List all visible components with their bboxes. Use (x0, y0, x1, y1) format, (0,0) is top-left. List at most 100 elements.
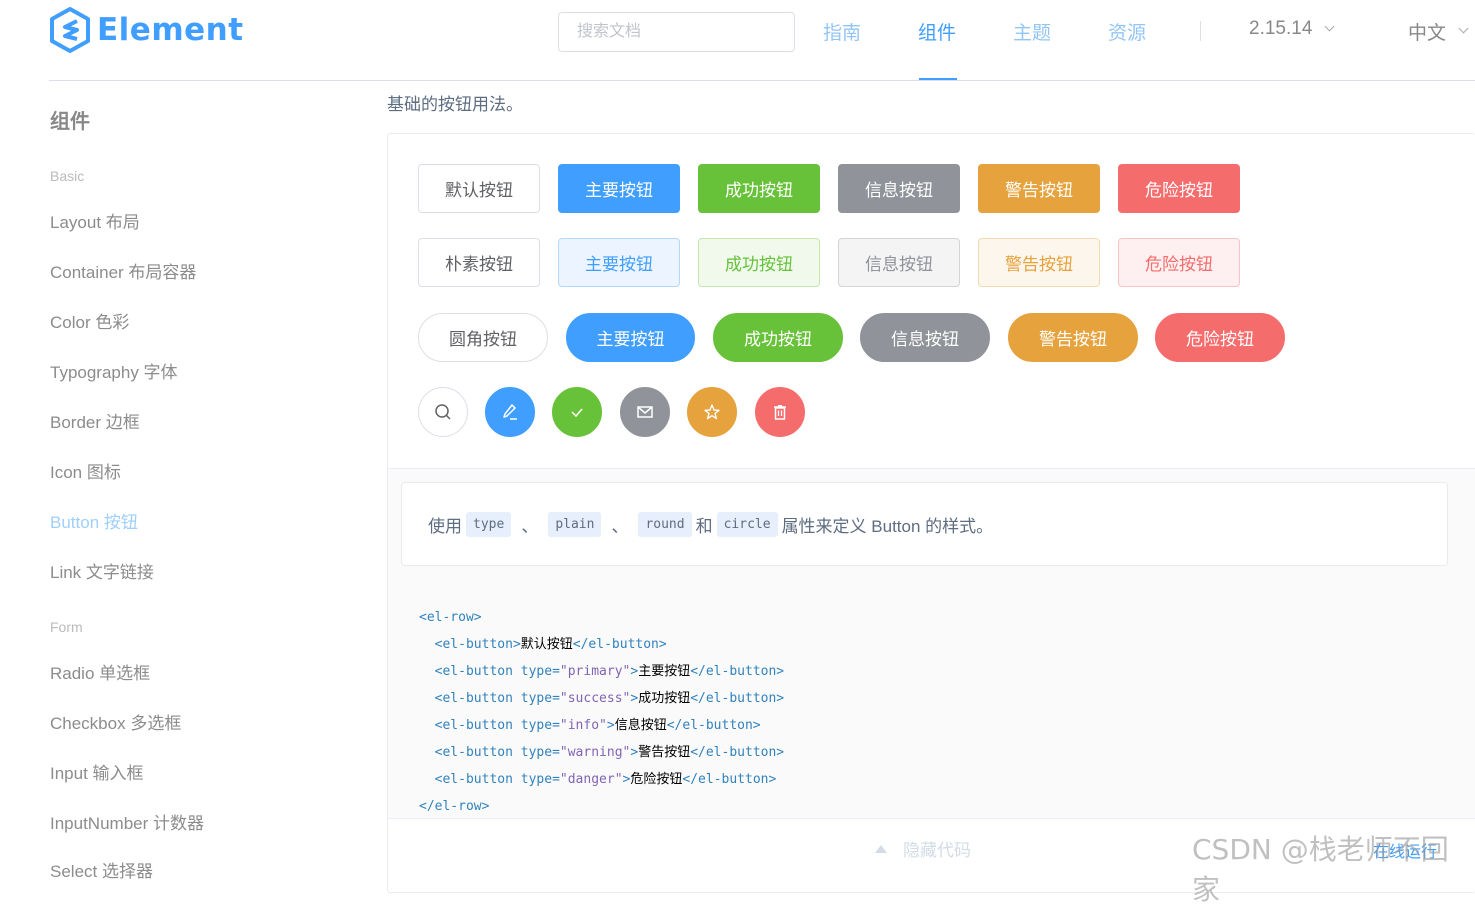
plain-info-button[interactable]: 信息按钮 (838, 238, 960, 287)
circle-search-button[interactable] (418, 387, 468, 437)
sidebar: 组件 Basic Layout 布局 Container 布局容器 Color … (0, 81, 380, 881)
logo[interactable]: Element (49, 6, 244, 54)
usage-prefix: 使用 (428, 516, 462, 536)
sidebar-item-border[interactable]: Border 边框 (50, 408, 140, 433)
caret-up-icon (875, 844, 887, 853)
round-default-button[interactable]: 圆角按钮 (418, 313, 548, 362)
version-dropdown[interactable]: 2.15.14 (1249, 18, 1335, 40)
round-primary-button[interactable]: 主要按钮 (566, 313, 695, 362)
round-info-button[interactable]: 信息按钮 (860, 313, 990, 362)
search-icon (435, 404, 451, 420)
sidebar-item-container[interactable]: Container 布局容器 (50, 258, 196, 283)
sidebar-item-inputnumber[interactable]: InputNumber 计数器 (50, 809, 204, 834)
section-description: 基础的按钮用法。 (387, 95, 523, 114)
hide-code-button[interactable]: 隐藏代码 (875, 836, 971, 861)
code-line: </el-row> (419, 793, 784, 820)
sidebar-item-input[interactable]: Input 输入框 (50, 759, 144, 784)
code-token: </el-button> (690, 745, 785, 760)
code-token: <el-button (434, 745, 513, 760)
round-success-button[interactable]: 成功按钮 (713, 313, 843, 362)
warning-button[interactable]: 警告按钮 (978, 164, 1100, 213)
demo-source: 默认按钮 主要按钮 成功按钮 信息按钮 警告按钮 危险按钮 朴素按钮 主要按钮 … (388, 134, 1475, 468)
circle-star-button[interactable] (687, 387, 737, 437)
code-token: type= (520, 691, 560, 706)
code-tag-type: type (466, 511, 512, 537)
code-tag-circle: circle (716, 511, 778, 537)
code-token: </el-button> (690, 664, 785, 679)
code-tag-plain: plain (548, 511, 602, 537)
circle-delete-button[interactable] (755, 387, 805, 437)
code-line: <el-button type="info">信息按钮</el-button> (419, 712, 784, 739)
hide-code-label: 隐藏代码 (903, 841, 971, 860)
plain-primary-button[interactable]: 主要按钮 (558, 238, 680, 287)
sidebar-item-radio[interactable]: Radio 单选框 (50, 659, 150, 684)
nav-divider (1200, 21, 1201, 41)
nav-component[interactable]: 组件 (918, 18, 956, 45)
code-line: <el-button type="warning">警告按钮</el-butto… (419, 739, 784, 766)
code-token: <el-button (434, 637, 513, 652)
demo-block: 默认按钮 主要按钮 成功按钮 信息按钮 警告按钮 危险按钮 朴素按钮 主要按钮 … (387, 133, 1475, 893)
plain-success-button[interactable]: 成功按钮 (698, 238, 820, 287)
version-label: 2.15.14 (1249, 18, 1313, 39)
edit-icon (503, 404, 517, 420)
sidebar-item-button[interactable]: Button 按钮 (50, 508, 138, 533)
code-token: "danger" (559, 772, 623, 787)
sidebar-item-typography[interactable]: Typography 字体 (50, 358, 178, 383)
code-token: </el-button> (690, 691, 785, 706)
nav-resource[interactable]: 资源 (1108, 18, 1146, 45)
star-icon (704, 404, 720, 420)
sidebar-group-basic: Basic (50, 168, 85, 184)
logo-text: Element (97, 12, 244, 48)
code-token: </el-button> (666, 718, 761, 733)
sidebar-item-link[interactable]: Link 文字链接 (50, 558, 154, 583)
sidebar-item-icon[interactable]: Icon 图标 (50, 458, 121, 483)
language-dropdown[interactable]: 中文 (1408, 18, 1469, 45)
info-button[interactable]: 信息按钮 (838, 164, 960, 213)
nav-guide[interactable]: 指南 (823, 18, 861, 45)
code-token: "primary" (559, 664, 631, 679)
sidebar-title: 组件 (50, 111, 90, 133)
code-token: </el-row> (419, 799, 490, 814)
message-icon (637, 406, 653, 418)
circle-check-button[interactable] (552, 387, 602, 437)
run-online-button[interactable]: 在线运行 (1373, 838, 1437, 862)
code-line: <el-row> (419, 604, 784, 631)
code-token: 警告按钮 (638, 745, 691, 760)
nav-theme[interactable]: 主题 (1013, 18, 1051, 45)
usage-and: 和 (695, 516, 713, 536)
search-input[interactable] (558, 12, 795, 52)
element-logo-icon (50, 7, 90, 53)
plain-default-button[interactable]: 朴素按钮 (418, 238, 540, 287)
round-warning-button[interactable]: 警告按钮 (1008, 313, 1138, 362)
code-line: <el-button type="primary">主要按钮</el-butto… (419, 658, 784, 685)
sidebar-group-form: Form (50, 619, 83, 635)
plain-warning-button[interactable]: 警告按钮 (978, 238, 1100, 287)
default-button[interactable]: 默认按钮 (418, 164, 540, 213)
code-token: type= (520, 718, 560, 733)
sidebar-item-checkbox[interactable]: Checkbox 多选框 (50, 709, 181, 734)
circle-edit-button[interactable] (485, 387, 535, 437)
top-header: Element 指南 组件 主题 资源 2.15.14 中文 (0, 0, 1475, 80)
code-token: 成功按钮 (638, 691, 691, 706)
sidebar-item-layout[interactable]: Layout 布局 (50, 208, 140, 233)
code-block: <el-row> <el-button>默认按钮</el-button> <el… (419, 604, 784, 820)
chevron-down-icon (1324, 21, 1335, 31)
check-icon (571, 408, 583, 418)
danger-button[interactable]: 危险按钮 (1118, 164, 1240, 213)
success-button[interactable]: 成功按钮 (698, 164, 820, 213)
round-danger-button[interactable]: 危险按钮 (1155, 313, 1285, 362)
usage-description: 使用 type 、 plain 、 round 和 circle 属性来定义 B… (401, 482, 1448, 566)
code-tag-round: round (638, 511, 692, 537)
plain-danger-button[interactable]: 危险按钮 (1118, 238, 1240, 287)
sidebar-item-color[interactable]: Color 色彩 (50, 308, 129, 333)
code-token: <el-button (434, 772, 513, 787)
code-token: "success" (559, 691, 631, 706)
sidebar-item-select[interactable]: Select 选择器 (50, 857, 153, 882)
usage-suffix: 属性来定义 Button 的样式。 (781, 516, 994, 536)
primary-button[interactable]: 主要按钮 (558, 164, 680, 213)
separator: 、 (611, 516, 629, 536)
code-token: "info" (559, 718, 607, 733)
circle-message-button[interactable] (620, 387, 670, 437)
